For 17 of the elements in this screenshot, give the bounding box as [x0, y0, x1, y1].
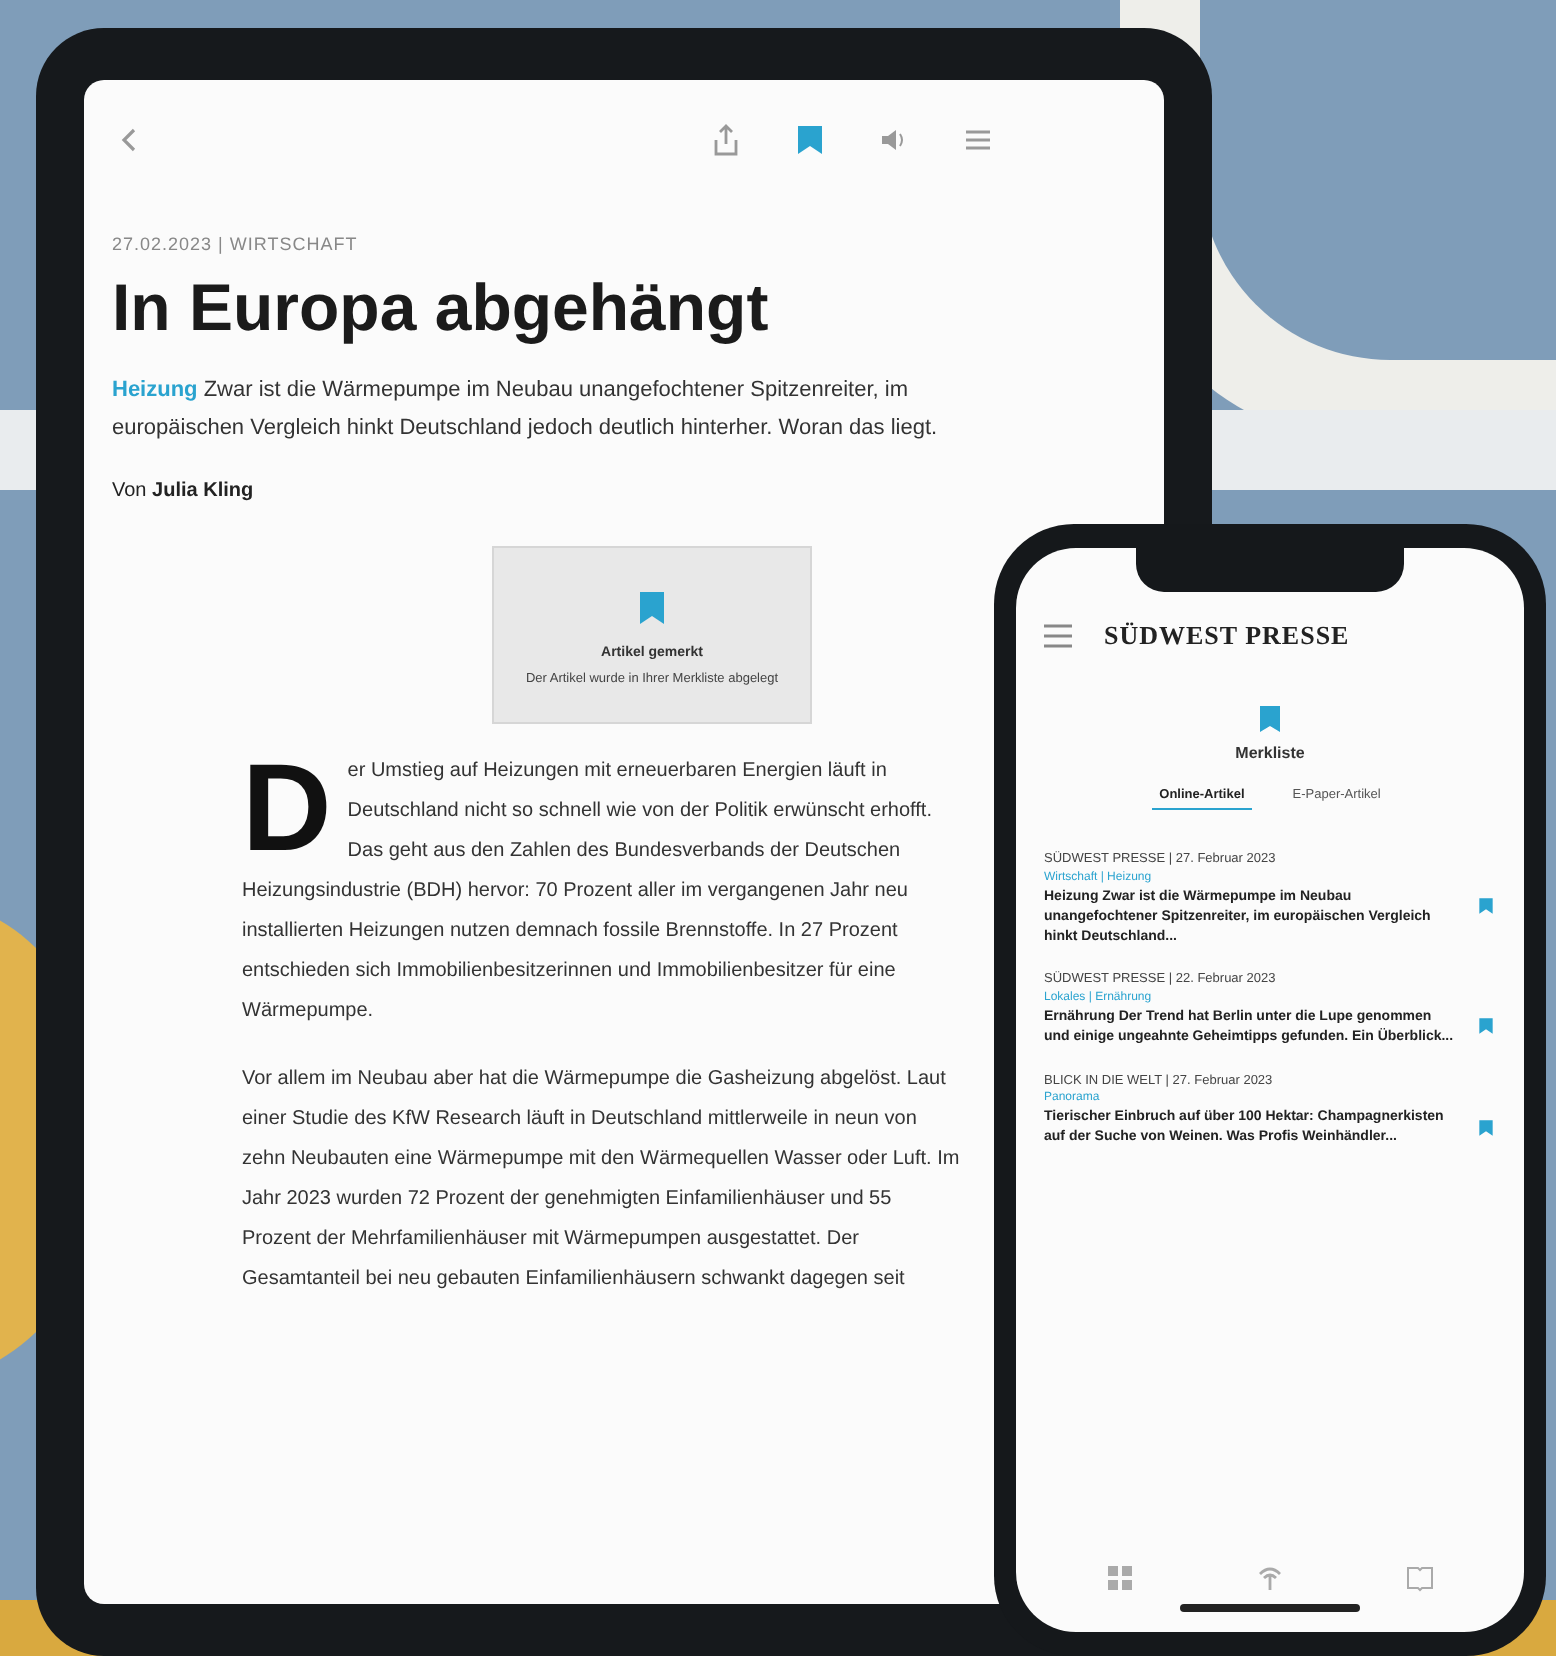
signal-icon[interactable]	[1255, 1564, 1284, 1592]
article-lead: Heizung Zwar ist die Wärmepumpe im Neubau unangefochtener Spitzenreiter, im europäischen Vergleich hinkt Deutschland jedoch deutlich hinterher. Woran das liegt.	[112, 375, 940, 444]
article-meta: 27.02.2023 | WIRTSCHAFT	[112, 232, 360, 258]
bookmark-icon[interactable]	[1476, 1115, 1496, 1140]
grid-icon[interactable]	[1105, 1564, 1134, 1592]
book-icon[interactable]	[1406, 1564, 1435, 1592]
article-title: In Europa abgehängt	[112, 271, 771, 344]
author-line: Von Julia Kling	[112, 477, 256, 506]
bookmark-icon[interactable]	[792, 122, 828, 158]
logo-text: SÜDWEST PRESSE	[1104, 618, 1350, 654]
bookmark-icon[interactable]	[1476, 1014, 1496, 1039]
bookmark-icon[interactable]	[1476, 894, 1496, 919]
page-title: Merkliste	[1235, 741, 1305, 765]
menu-icon[interactable]	[1044, 623, 1072, 648]
article-paragraph: Vor allem im Neubau aber hat die Wärmepumpe die Gasheizung abgelöst. Laut einer Studie des KfW Research läuft in Deutschland mittlerweile in neun von zehn Neubauten eine Wärmepumpe mit den Wärmequellen Wasser oder Luft. Im Jahr 2023 wurden 72 Prozent der genehmigten Einfamilienhäuser und 55 Prozent der Mehrfamilienhäuser mit Wärmepumpen ausgestattet. Der Gesamtanteil bei neu gebauten Einfamilienhäusern schwankt dagegen seit	[242, 1066, 962, 1295]
bookmark-icon	[1258, 703, 1282, 733]
bookmark-icon	[638, 589, 666, 626]
